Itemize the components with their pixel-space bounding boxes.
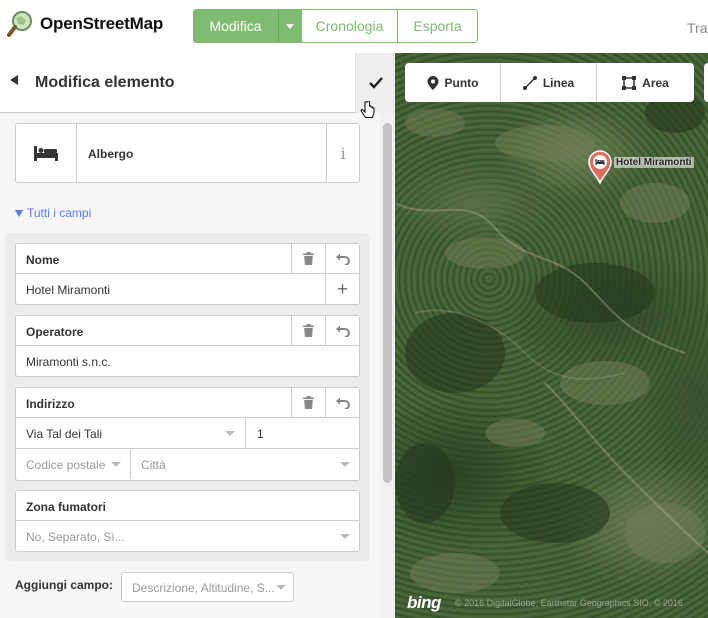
map-pin-icon	[588, 150, 612, 186]
undo-button[interactable]	[325, 388, 359, 417]
area-label: Area	[642, 75, 669, 90]
info-button[interactable]: i	[326, 124, 359, 182]
street-caret-icon	[225, 431, 235, 436]
postcode-placeholder: Codice postale	[26, 457, 106, 472]
field-operator: Operatore Miramonti s.n.c.	[15, 315, 360, 377]
undo-icon	[335, 253, 350, 265]
delete-button[interactable]	[291, 388, 325, 417]
city-combo[interactable]: Città	[131, 450, 359, 479]
add-localized-name-button[interactable]: +	[325, 275, 359, 304]
field-operator-row: Miramonti s.n.c.	[16, 347, 359, 377]
sidebar-header: Modifica elemento	[0, 53, 395, 113]
address-row-1: Via Tal dei Tali 1	[16, 419, 359, 449]
city-placeholder: Città	[141, 457, 166, 472]
field-name: Nome Hotel Miramonti +	[15, 243, 360, 305]
all-fields-label: Tutti i campi	[27, 206, 92, 220]
edit-button-group: Modifica Cronologia Esporta	[193, 9, 478, 43]
add-field-placeholder: Descrizione, Altitudine, S...	[132, 581, 275, 595]
add-point-button[interactable]: Punto	[405, 63, 501, 102]
field-smoking-header: Zona fumatori	[16, 491, 359, 521]
street-value: Via Tal dei Tali	[26, 426, 103, 441]
undo-icon	[335, 325, 350, 337]
sidebar-title: Modifica elemento	[35, 74, 175, 91]
city-caret-icon	[340, 462, 350, 467]
map[interactable]: Punto Linea Area Hotel Miramonti bing © …	[395, 53, 708, 618]
operator-input[interactable]: Miramonti s.n.c.	[16, 347, 359, 376]
history-button[interactable]: Cronologia	[302, 10, 398, 42]
field-operator-header: Operatore	[16, 316, 359, 346]
add-field-caret-icon	[276, 585, 286, 590]
hand-cursor-icon	[360, 100, 376, 124]
field-name-header: Nome	[16, 244, 359, 274]
all-fields-toggle[interactable]: Tutti i campi	[15, 206, 91, 220]
delete-button[interactable]	[291, 316, 325, 345]
trash-icon	[303, 324, 314, 337]
add-line-button[interactable]: Linea	[501, 63, 597, 102]
bing-logo: bing	[407, 593, 441, 612]
logo[interactable]: OpenStreetMap	[6, 10, 163, 38]
add-area-button[interactable]: Area	[597, 63, 694, 102]
postcode-caret-icon	[111, 462, 121, 467]
sidebar: Modifica elemento Albergo i Tutti i camp…	[0, 53, 395, 618]
add-field-label: Aggiungi campo:	[15, 578, 113, 592]
field-name-label: Nome	[26, 253, 60, 267]
field-smoking: Zona fumatori No, Separato, Sì...	[15, 490, 360, 552]
field-address-label: Indirizzo	[26, 397, 75, 411]
bed-icon	[16, 124, 77, 182]
translate-link[interactable]: Tra	[687, 20, 707, 36]
address-row-2: Codice postale Città	[16, 450, 359, 480]
preset-card[interactable]: Albergo i	[15, 123, 360, 183]
plus-icon: +	[337, 279, 348, 299]
logo-text: OpenStreetMap	[40, 14, 164, 33]
export-button[interactable]: Esporta	[398, 10, 477, 42]
osm-logo-icon	[6, 10, 34, 38]
field-operator-label: Operatore	[26, 325, 84, 339]
check-icon	[368, 77, 383, 89]
street-combo[interactable]: Via Tal dei Tali	[16, 419, 246, 448]
triangle-down-icon	[15, 210, 23, 217]
field-address: Indirizzo Via Tal dei Tali 1 Codice post…	[15, 387, 360, 481]
toolbar-edge[interactable]	[704, 63, 708, 102]
draw-toolbar: Punto Linea Area	[405, 63, 694, 102]
smoking-combo[interactable]: No, Separato, Sì...	[16, 522, 359, 551]
smoking-caret-icon	[340, 534, 350, 539]
edit-button[interactable]: Modifica	[194, 10, 278, 42]
hotel-map-pin[interactable]	[588, 150, 612, 187]
line-label: Linea	[542, 75, 575, 90]
field-name-row: Hotel Miramonti +	[16, 275, 359, 305]
area-icon	[622, 75, 637, 90]
undo-button[interactable]	[325, 316, 359, 345]
field-address-header: Indirizzo	[16, 388, 359, 418]
undo-icon	[335, 397, 350, 409]
point-icon	[427, 75, 438, 90]
line-icon	[522, 75, 537, 90]
add-field-combo[interactable]: Descrizione, Altitudine, S...	[121, 572, 294, 602]
sidebar-scrollbar[interactable]	[380, 113, 395, 618]
satellite-imagery	[395, 93, 708, 593]
imagery-attribution[interactable]: © 2016 DigitalGlobe, Earthstar Geographi…	[455, 598, 683, 608]
name-input[interactable]: Hotel Miramonti	[16, 275, 326, 304]
smoking-placeholder: No, Separato, Sì...	[26, 529, 125, 544]
housenumber-input[interactable]: 1	[247, 419, 359, 448]
field-smoking-row: No, Separato, Sì...	[16, 522, 359, 552]
point-label: Punto	[444, 75, 479, 90]
back-arrow-icon[interactable]	[10, 75, 18, 85]
trash-icon	[303, 252, 314, 265]
undo-button[interactable]	[325, 244, 359, 273]
scrollbar-thumb[interactable]	[383, 123, 392, 483]
trash-icon	[303, 396, 314, 409]
preset-name: Albergo	[88, 147, 134, 161]
pin-label: Hotel Miramonti	[614, 157, 694, 168]
delete-button[interactable]	[291, 244, 325, 273]
caret-down-icon	[286, 23, 294, 29]
edit-dropdown-button[interactable]	[278, 10, 302, 42]
top-bar: OpenStreetMap Modifica Cronologia Esport…	[0, 0, 708, 53]
field-smoking-label: Zona fumatori	[26, 500, 106, 514]
